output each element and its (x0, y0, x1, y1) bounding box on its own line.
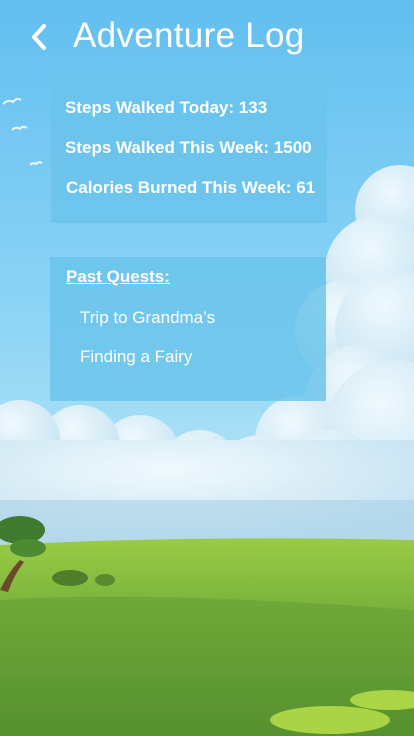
app-header: Adventure Log (0, 0, 414, 76)
past-quests-heading: Past Quests: (66, 267, 170, 286)
back-button[interactable] (24, 22, 54, 52)
quest-item-trip-to-grandmas[interactable]: Trip to Grandma’s (80, 308, 215, 328)
steps-today-stat: Steps Walked Today: 133 (65, 98, 268, 117)
page-title: Adventure Log (73, 16, 305, 55)
past-quests-panel: Past Quests: Trip to Grandma’s Finding a… (50, 257, 326, 401)
calories-week-stat: Calories Burned This Week: 61 (66, 178, 316, 197)
chevron-left-icon (32, 24, 46, 50)
stats-panel: Steps Walked Today: 133 Steps Walked Thi… (51, 79, 327, 223)
quest-item-finding-a-fairy[interactable]: Finding a Fairy (80, 347, 192, 367)
steps-week-stat: Steps Walked This Week: 1500 (65, 138, 312, 157)
